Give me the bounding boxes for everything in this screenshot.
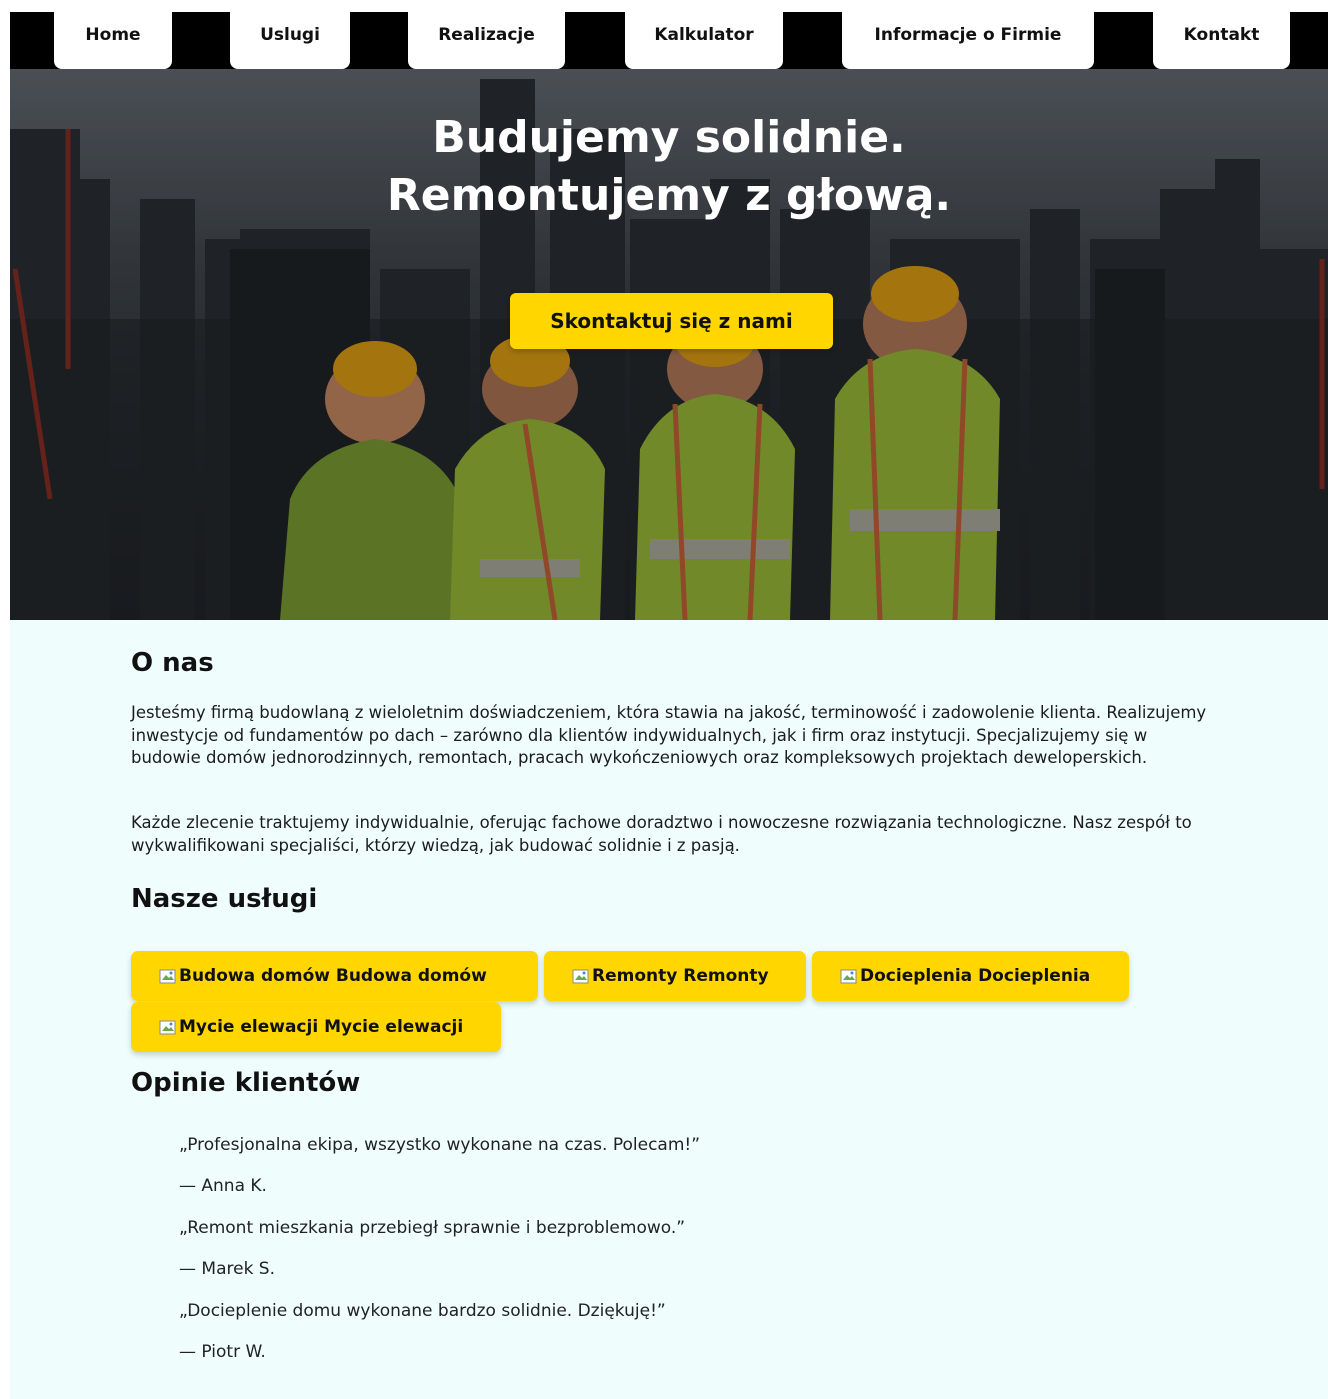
service-budowa-domow[interactable]: Budowa domów Budowa domów — [131, 951, 538, 1001]
review-quote: „Profesjonalna ekipa, wszystko wykonane … — [179, 1135, 701, 1155]
top-navigation: Home Uslugi Realizacje Kalkulator Inform… — [10, 12, 1328, 69]
hero-title: Budujemy solidnie. Remontujemy z głową. — [10, 109, 1328, 225]
review-author: — Marek S. — [179, 1259, 276, 1279]
about-paragraph-2: Każde zlecenie traktujemy indywidualnie,… — [131, 813, 1192, 855]
about-paragraph-1: Jesteśmy firmą budowlaną z wieloletnim d… — [131, 703, 1207, 767]
hero-title-line1: Budujemy solidnie. — [432, 112, 906, 163]
broken-image-icon — [159, 1020, 176, 1035]
service-label: Remonty Remonty — [592, 966, 769, 986]
review-quote: „Remont mieszkania przebiegł sprawnie i … — [179, 1218, 686, 1238]
nav-home-label: Home — [85, 25, 141, 45]
nav-realizacje[interactable]: Realizacje — [408, 12, 565, 69]
hero-section: Budujemy solidnie. Remontujemy z głową. … — [10, 69, 1328, 620]
nav-realizacje-label: Realizacje — [438, 25, 535, 45]
contact-us-button[interactable]: Skontaktuj się z nami — [510, 293, 833, 349]
service-label: Mycie elewacji Mycie elewacji — [179, 1017, 464, 1037]
nav-kalkulator-label: Kalkulator — [654, 25, 754, 45]
hero-title-line2: Remontujemy z głową. — [386, 170, 952, 221]
nav-kalkulator[interactable]: Kalkulator — [625, 12, 783, 69]
service-docieplenia[interactable]: Docieplenia Docieplenia — [812, 951, 1129, 1001]
nav-uslugi-label: Uslugi — [260, 25, 320, 45]
service-label: Docieplenia Docieplenia — [860, 966, 1091, 986]
nav-informacje-o-firmie[interactable]: Informacje o Firmie — [842, 12, 1094, 69]
broken-image-icon — [840, 969, 857, 984]
services-title: Nasze usługi — [131, 884, 318, 914]
review-quote: „Docieplenie domu wykonane bardzo solidn… — [179, 1301, 666, 1321]
nav-uslugi[interactable]: Uslugi — [230, 12, 350, 69]
page: Home Uslugi Realizacje Kalkulator Inform… — [10, 12, 1328, 1399]
service-label: Budowa domów Budowa domów — [179, 966, 487, 986]
nav-home[interactable]: Home — [54, 12, 172, 69]
reviews-title: Opinie klientów — [131, 1068, 361, 1098]
service-remonty[interactable]: Remonty Remonty — [544, 951, 806, 1001]
nav-kontakt-label: Kontakt — [1183, 25, 1260, 45]
review-author: — Anna K. — [179, 1176, 267, 1196]
nav-kontakt[interactable]: Kontakt — [1153, 12, 1290, 69]
review-author: — Piotr W. — [179, 1342, 266, 1362]
nav-informacje-label: Informacje o Firmie — [874, 25, 1062, 45]
service-mycie-elewacji[interactable]: Mycie elewacji Mycie elewacji — [131, 1002, 501, 1052]
about-title: O nas — [131, 648, 214, 678]
broken-image-icon — [572, 969, 589, 984]
broken-image-icon — [159, 969, 176, 984]
